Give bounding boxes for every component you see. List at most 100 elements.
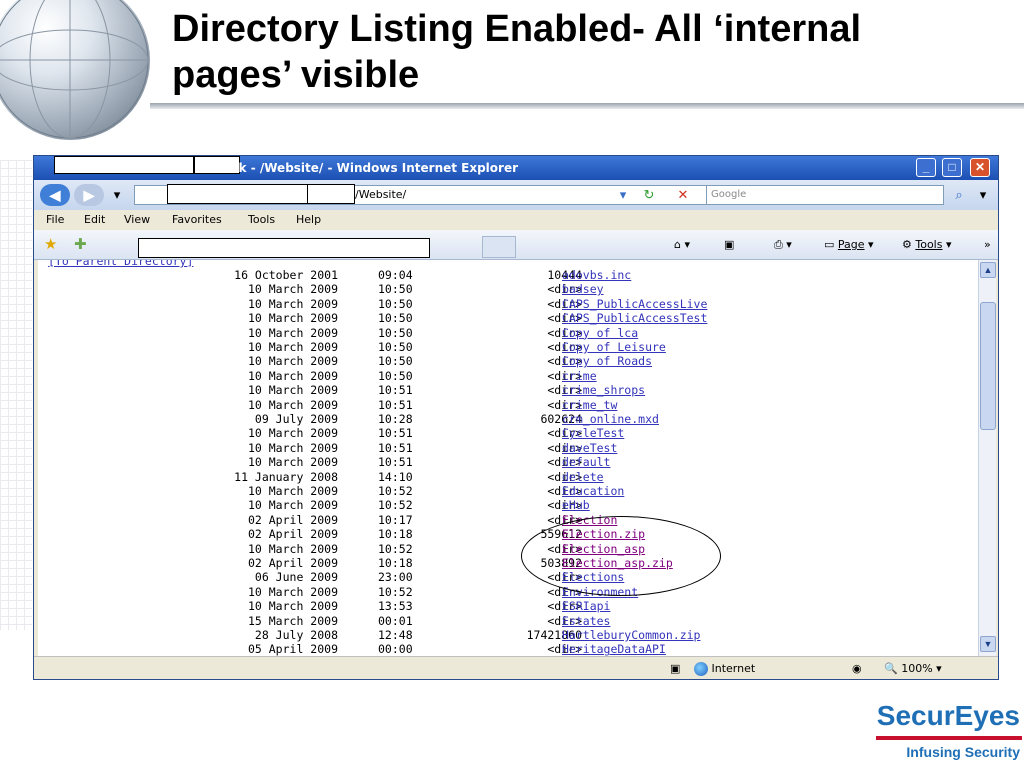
tools-menu[interactable]: ⚙ Tools ▾: [902, 238, 952, 251]
file-link[interactable]: HartleburyCommon.zip: [562, 628, 700, 642]
feeds-icon[interactable]: ▣: [724, 238, 734, 251]
menu-edit[interactable]: Edit: [84, 213, 105, 226]
row-time: 10:52: [378, 484, 413, 498]
menu-file[interactable]: File: [46, 213, 64, 226]
scroll-thumb[interactable]: [980, 302, 996, 430]
dropdown-icon[interactable]: ▾: [614, 186, 632, 204]
menu-favorites[interactable]: Favorites: [172, 213, 222, 226]
row-date: 10 March 2009: [247, 397, 338, 412]
title-underline: [150, 103, 1024, 109]
list-item: 10 March 2009 10:51 <dir> crime_tw: [38, 398, 978, 412]
menu-help[interactable]: Help: [296, 213, 321, 226]
tab-redacted[interactable]: [138, 238, 430, 258]
file-link[interactable]: Education: [562, 484, 624, 498]
file-link[interactable]: Copy of lca: [562, 326, 638, 340]
file-link[interactable]: CAPS_PublicAccessTest: [562, 311, 707, 325]
file-link[interactable]: Estates: [562, 614, 610, 628]
file-link[interactable]: crime_tw: [562, 398, 617, 412]
favorites-star-icon[interactable]: ★: [44, 235, 57, 253]
list-item: 10 March 2009 10:50 <dir> Copy of lca: [38, 326, 978, 340]
row-date: 10 March 2009: [247, 354, 338, 369]
row-date: 10 March 2009: [247, 455, 338, 470]
list-item: 28 July 2008 12:48 17421860 HartleburyCommo…: [38, 628, 978, 642]
file-link[interactable]: adovbs.inc: [562, 268, 631, 282]
row-date: 28 July 2008: [254, 628, 338, 642]
row-time: 00:00: [378, 642, 413, 656]
refresh-icon[interactable]: ↻: [640, 186, 658, 204]
row-date: 10 March 2009: [247, 311, 338, 326]
list-item: 10 March 2009 10:51 <dir> crime_shrops: [38, 383, 978, 397]
menu-view[interactable]: View: [124, 213, 150, 226]
protected-mode-icon[interactable]: ◉: [852, 662, 862, 675]
favorites-bar: ★ ✚ ⌂ ▾ ▣ ⎙ ▾ ▭ Page ▾ ⚙ Tools ▾ »: [34, 230, 998, 260]
scroll-up-icon[interactable]: ▲: [980, 262, 996, 278]
row-time: 14:10: [378, 469, 413, 484]
row-date: 09 July 2009: [254, 412, 338, 426]
row-date: 10 March 2009: [247, 383, 338, 398]
file-link[interactable]: crime: [562, 369, 597, 383]
row-time: 10:52: [378, 541, 413, 556]
search-icon[interactable]: ⌕: [950, 186, 968, 204]
file-link[interactable]: CycleTest: [562, 426, 624, 440]
file-link[interactable]: crm_online.mxd: [562, 412, 659, 426]
slide-title: Directory Listing Enabled- All ‘internal…: [172, 8, 862, 96]
list-item: 10 March 2009 10:52 <dir> Environment: [38, 585, 978, 599]
list-item: 10 March 2009 10:50 <dir> CAPS_PublicAccess…: [38, 297, 978, 311]
file-link[interactable]: HeritageDataAPI: [562, 642, 666, 656]
maximize-button[interactable]: □: [942, 158, 962, 177]
status-bar: ▣ Internet ◉ 🔍 100% ▾: [34, 656, 998, 679]
redacted-box: [167, 184, 315, 204]
file-link[interactable]: Copy of Roads: [562, 354, 652, 368]
row-time: 10:51: [378, 455, 413, 470]
file-link[interactable]: delete: [562, 470, 604, 484]
forward-button[interactable]: ▶: [74, 184, 104, 206]
file-link[interactable]: badsey: [562, 282, 604, 296]
window-titlebar: uk - /Website/ - Windows Internet Explor…: [34, 156, 998, 180]
row-date: 10 March 2009: [247, 440, 338, 455]
file-link[interactable]: default: [562, 455, 610, 469]
row-time: 10:51: [378, 383, 413, 398]
row-date: 10 March 2009: [247, 282, 338, 297]
list-item: 05 April 2009 00:00 <dir> HeritageDataAPI: [38, 642, 978, 656]
file-link[interactable]: daveTest: [562, 441, 617, 455]
more-icon[interactable]: »: [984, 238, 991, 251]
page-menu[interactable]: ▭ Page ▾: [824, 238, 874, 251]
highlight-ellipse: [521, 516, 721, 596]
scroll-down-icon[interactable]: ▼: [980, 636, 996, 652]
row-time: 10:52: [378, 498, 413, 513]
row-time: 10:18: [378, 556, 413, 570]
file-link[interactable]: crime_shrops: [562, 383, 645, 397]
add-favorite-icon[interactable]: ✚: [74, 235, 87, 253]
minimize-button[interactable]: _: [916, 158, 936, 177]
stop-icon[interactable]: ✕: [674, 186, 692, 204]
list-item: 02 April 2009 10:18 559612 Election.zip: [38, 527, 978, 541]
row-date: 10 March 2009: [247, 426, 338, 441]
print-icon[interactable]: ⎙ ▾: [774, 238, 792, 252]
vertical-scrollbar[interactable]: ▲ ▼: [978, 260, 996, 656]
chevron-down-icon[interactable]: ▾: [108, 186, 126, 204]
list-item: 10 March 2009 10:51 <dir> default: [38, 455, 978, 469]
list-item: 02 April 2009 10:18 503892 Election_asp.zip: [38, 556, 978, 570]
file-link[interactable]: eHub: [562, 498, 590, 512]
row-time: 10:50: [378, 296, 413, 311]
search-options-icon[interactable]: ▾: [974, 186, 992, 204]
lock-icon: ▣: [670, 662, 681, 675]
back-button[interactable]: ◀: [40, 184, 70, 206]
file-link[interactable]: Copy of Leisure: [562, 340, 666, 354]
parent-directory-link[interactable]: [To Parent Directory]: [48, 260, 193, 268]
row-time: 09:04: [378, 268, 413, 282]
redacted-box: [307, 184, 355, 204]
menu-tools[interactable]: Tools: [248, 213, 275, 226]
row-time: 10:50: [378, 311, 413, 326]
close-button[interactable]: ✕: [970, 158, 990, 177]
list-item: 02 April 2009 10:17 <dir> Election: [38, 513, 978, 527]
directory-listing: [To Parent Directory] 16 October 2001 09:…: [38, 260, 978, 656]
new-tab-button[interactable]: [482, 236, 516, 258]
row-date: 10 March 2009: [247, 498, 338, 513]
zoom-control[interactable]: 🔍 100% ▾: [884, 662, 942, 675]
file-link[interactable]: ESRIapi: [562, 599, 610, 613]
file-link[interactable]: CAPS_PublicAccessLive: [562, 297, 707, 311]
list-item: 10 March 2009 10:51 <dir> CycleTest: [38, 426, 978, 440]
home-icon[interactable]: ⌂ ▾: [674, 238, 690, 251]
search-input[interactable]: Google: [706, 185, 944, 205]
